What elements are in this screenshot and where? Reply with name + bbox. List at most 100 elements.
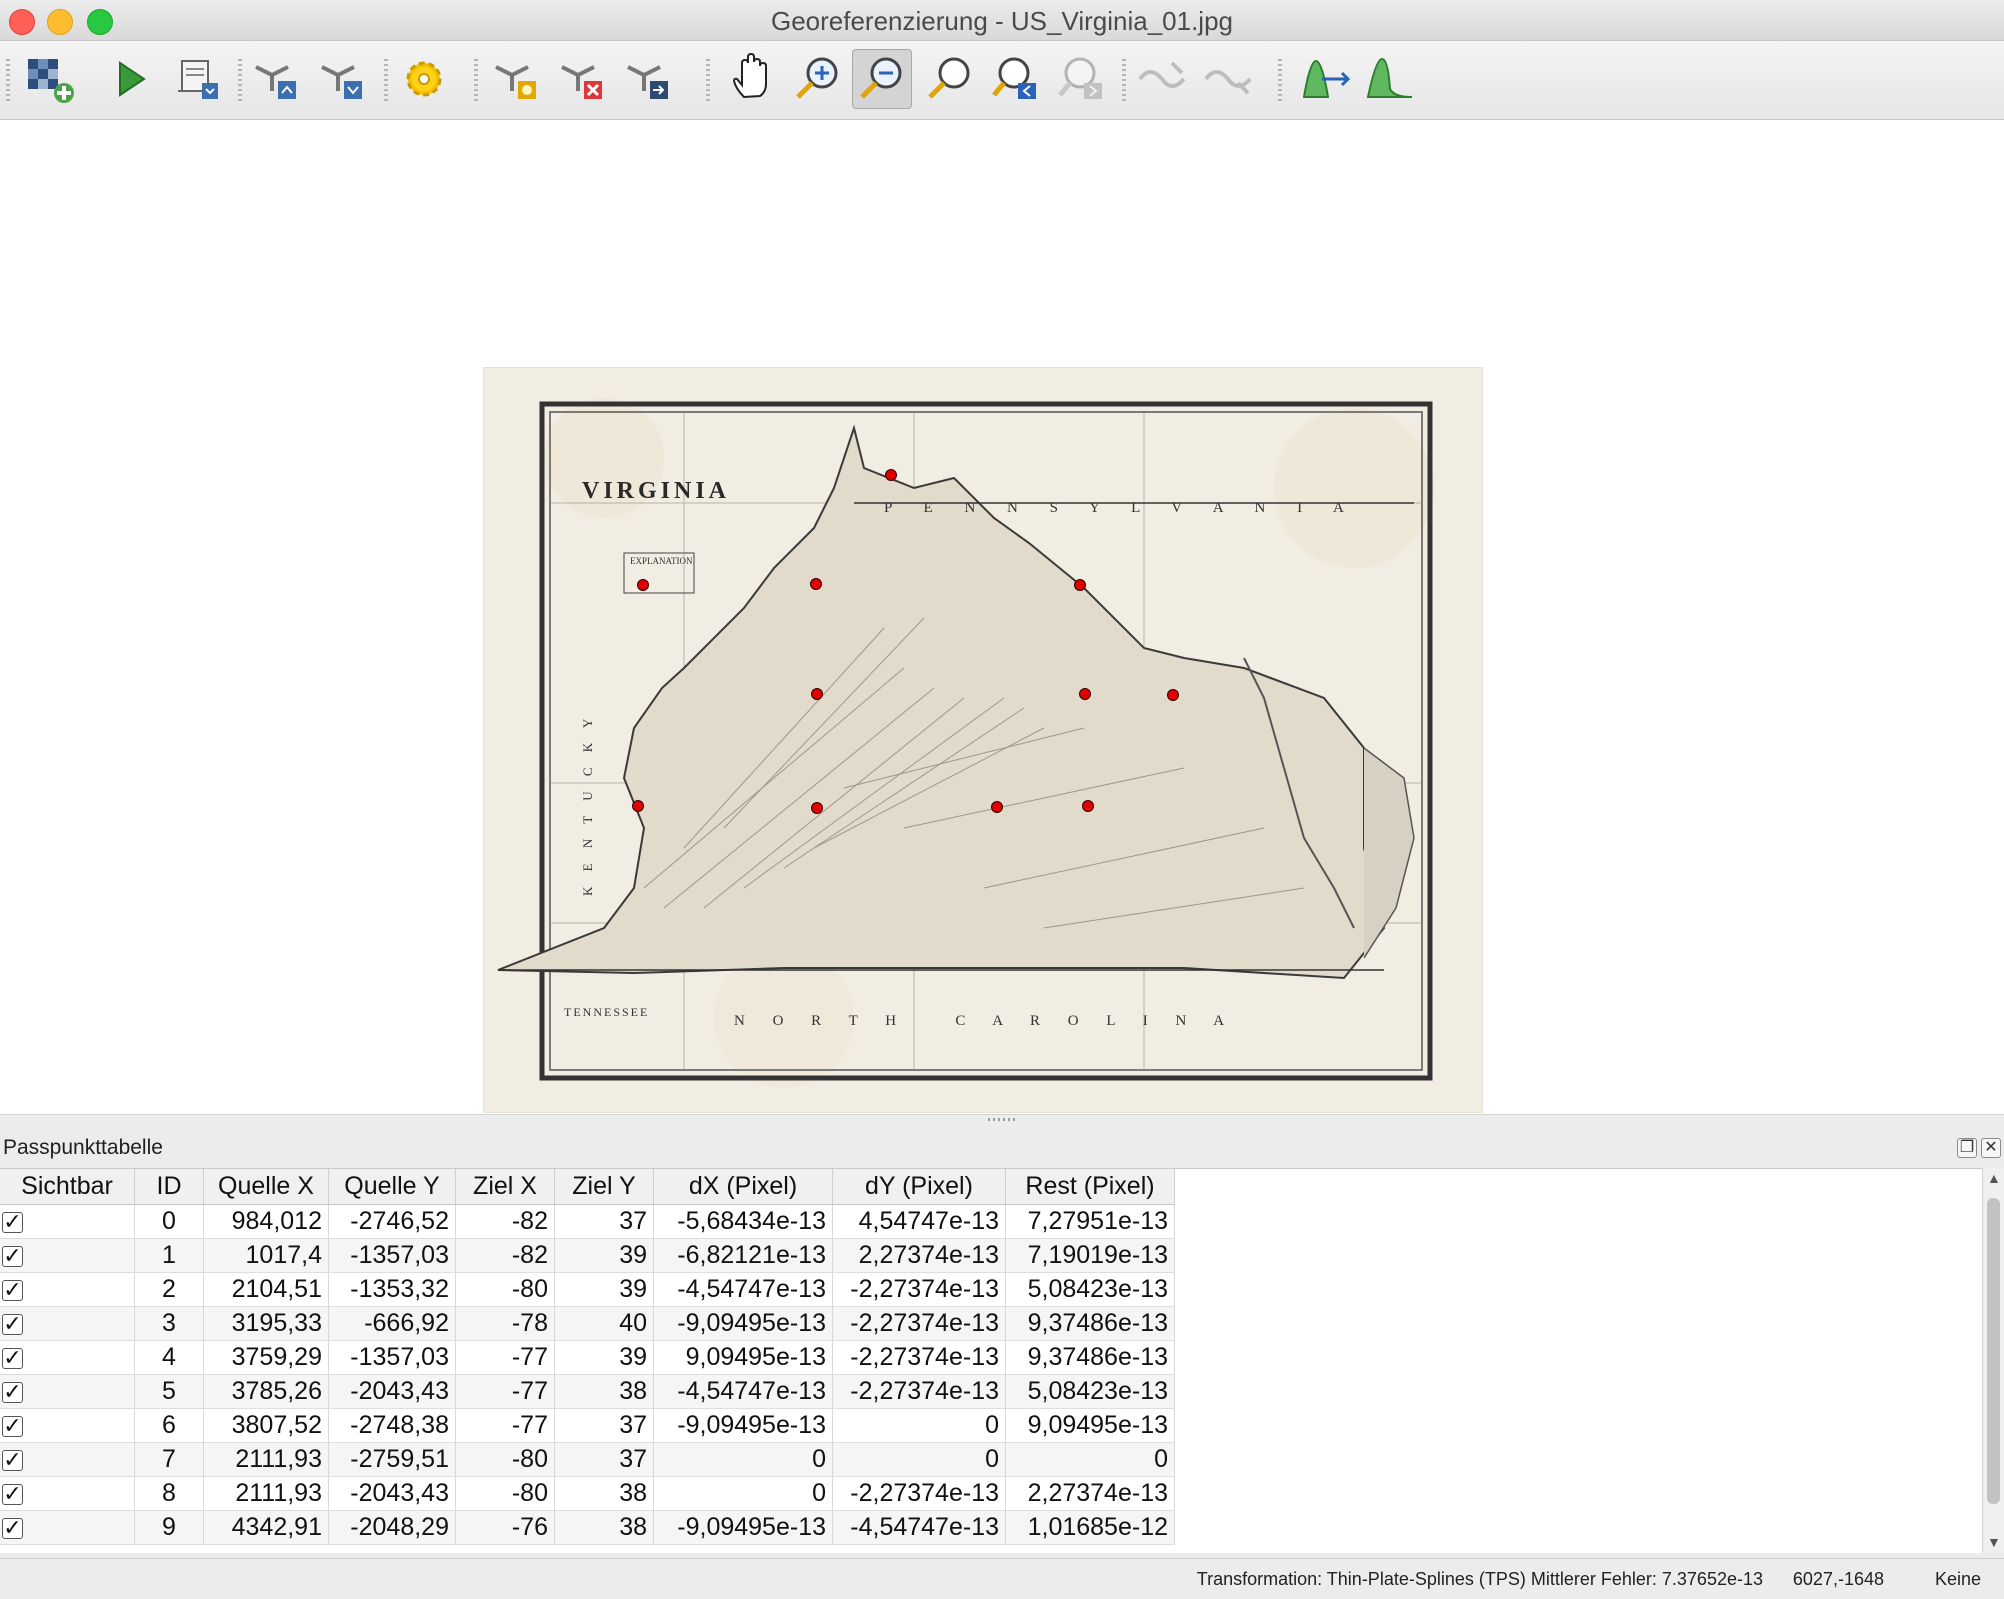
cell-quelle-x[interactable]: 3759,29 [203,1340,329,1375]
column-header-rest-pixel[interactable]: Rest (Pixel) [1005,1169,1175,1205]
cell-id[interactable]: 8 [134,1476,204,1511]
cell-dx[interactable]: 9,09495e-13 [653,1340,833,1375]
cell-dx[interactable]: -5,68434e-13 [653,1204,833,1239]
table-row[interactable]: ✓ 5 3785,26 -2043,43 -77 38 -4,54747e-13 -2,273… [0,1374,1175,1409]
cell-quelle-y[interactable]: -2043,43 [328,1374,456,1409]
cell-sichtbar[interactable]: ✓ [0,1204,135,1239]
cell-quelle-x[interactable]: 984,012 [203,1204,329,1239]
table-row[interactable]: ✓ 2 2104,51 -1353,32 -80 39 -4,54747e-13 -2,273… [0,1272,1175,1307]
cell-sichtbar[interactable]: ✓ [0,1442,135,1477]
cell-rest[interactable]: 5,08423e-13 [1005,1272,1175,1307]
cell-quelle-x[interactable]: 3195,33 [203,1306,329,1341]
gcp-table[interactable]: Sichtbar ID Quelle X Quelle Y Ziel X Zie… [0,1168,1982,1553]
georeferencer-map-canvas[interactable]: VIRGINIA EXPLANATION P E N N S Y L V A N… [0,120,2004,1114]
cell-quelle-y[interactable]: -2043,43 [328,1476,456,1511]
generate-gdal-script-button[interactable] [168,49,228,109]
visible-checkbox[interactable]: ✓ [2,1210,23,1233]
gcp-marker[interactable] [811,688,823,700]
cell-id[interactable]: 7 [134,1442,204,1477]
cell-quelle-y[interactable]: -666,92 [328,1306,456,1341]
cell-dy[interactable]: 0 [832,1442,1006,1477]
visible-checkbox[interactable]: ✓ [2,1380,23,1403]
cell-quelle-y[interactable]: -2748,38 [328,1408,456,1443]
move-gcp-point-button[interactable] [620,49,680,109]
save-gcp-points-button[interactable] [314,49,374,109]
scroll-down-icon[interactable]: ▼ [1987,1534,2001,1550]
cell-dx[interactable]: -9,09495e-13 [653,1306,833,1341]
zoom-next-button[interactable] [1052,49,1112,109]
cell-dy[interactable]: -2,27374e-13 [832,1374,1006,1409]
cell-ziel-y[interactable]: 37 [554,1204,654,1239]
cell-dx[interactable]: -4,54747e-13 [653,1374,833,1409]
cell-quelle-y[interactable]: -1357,03 [328,1340,456,1375]
cell-rest[interactable]: 9,37486e-13 [1005,1306,1175,1341]
gcp-marker[interactable] [1074,579,1086,591]
cell-quelle-x[interactable]: 4342,91 [203,1510,329,1545]
gcp-marker[interactable] [885,469,897,481]
gcp-marker[interactable] [811,802,823,814]
scroll-up-icon[interactable]: ▲ [1987,1170,2001,1186]
cell-rest[interactable]: 2,27374e-13 [1005,1476,1175,1511]
cell-sichtbar[interactable]: ✓ [0,1374,135,1409]
cell-id[interactable]: 1 [134,1238,204,1273]
cell-sichtbar[interactable]: ✓ [0,1476,135,1511]
cell-rest[interactable]: 1,01685e-12 [1005,1510,1175,1545]
cell-dy[interactable]: -4,54747e-13 [832,1510,1006,1545]
cell-sichtbar[interactable]: ✓ [0,1408,135,1443]
cell-ziel-x[interactable]: -77 [455,1408,555,1443]
cell-quelle-y[interactable]: -2048,29 [328,1510,456,1545]
column-header-dx-pixel[interactable]: dX (Pixel) [653,1169,833,1205]
table-row[interactable]: ✓ 9 4342,91 -2048,29 -76 38 -9,09495e-13 -4,547… [0,1510,1175,1545]
zoom-to-layer-button[interactable] [920,49,980,109]
cell-dx[interactable]: -9,09495e-13 [653,1510,833,1545]
gcp-marker[interactable] [991,801,1003,813]
status-crs[interactable]: Keine [1935,1569,1981,1590]
cell-quelle-x[interactable]: 2104,51 [203,1272,329,1307]
panel-float-button[interactable]: ❐ [1957,1138,1977,1158]
scrollbar-thumb[interactable] [1987,1198,2000,1504]
open-raster-button[interactable] [20,49,80,109]
local-histogram-stretch-button[interactable] [1360,49,1420,109]
load-gcp-points-button[interactable] [248,49,308,109]
cell-ziel-y[interactable]: 37 [554,1408,654,1443]
cell-ziel-x[interactable]: -80 [455,1272,555,1307]
cell-quelle-y[interactable]: -2746,52 [328,1204,456,1239]
cell-dx[interactable]: -9,09495e-13 [653,1408,833,1443]
table-row[interactable]: ✓ 7 2111,93 -2759,51 -80 37 0 0 0 [0,1442,1175,1477]
transformation-settings-button[interactable] [394,49,454,109]
column-header-ziel-y[interactable]: Ziel Y [554,1169,654,1205]
table-row[interactable]: ✓ 8 2111,93 -2043,43 -80 38 0 -2,27374e-13 2,273… [0,1476,1175,1511]
column-header-ziel-x[interactable]: Ziel X [455,1169,555,1205]
table-vertical-scrollbar[interactable]: ▲ ▼ [1982,1168,2004,1552]
cell-ziel-x[interactable]: -77 [455,1340,555,1375]
add-point-button[interactable] [488,49,548,109]
start-georeferencing-button[interactable] [100,49,160,109]
cell-sichtbar[interactable]: ✓ [0,1510,135,1545]
cell-dy[interactable]: 2,27374e-13 [832,1238,1006,1273]
cell-dy[interactable]: -2,27374e-13 [832,1306,1006,1341]
cell-ziel-y[interactable]: 39 [554,1340,654,1375]
raster-map-image[interactable]: VIRGINIA EXPLANATION P E N N S Y L V A N… [484,368,1482,1112]
zoom-in-button[interactable] [788,49,848,109]
column-header-quelle-x[interactable]: Quelle X [203,1169,329,1205]
cell-ziel-x[interactable]: -78 [455,1306,555,1341]
visible-checkbox[interactable]: ✓ [2,1278,23,1301]
toolbar-grip[interactable] [6,59,10,103]
cell-rest[interactable]: 7,27951e-13 [1005,1204,1175,1239]
link-qgis-to-georef-button[interactable] [1198,49,1258,109]
table-row[interactable]: ✓ 6 3807,52 -2748,38 -77 37 -9,09495e-13 0 9,094… [0,1408,1175,1443]
delete-point-button[interactable] [554,49,614,109]
cell-id[interactable]: 6 [134,1408,204,1443]
cell-quelle-x[interactable]: 3807,52 [203,1408,329,1443]
visible-checkbox[interactable]: ✓ [2,1346,23,1369]
zoom-out-button[interactable] [852,49,912,109]
cell-quelle-x[interactable]: 2111,93 [203,1442,329,1477]
visible-checkbox[interactable]: ✓ [2,1448,23,1471]
gcp-marker[interactable] [1082,800,1094,812]
visible-checkbox[interactable]: ✓ [2,1244,23,1267]
visible-checkbox[interactable]: ✓ [2,1516,23,1539]
cell-ziel-x[interactable]: -76 [455,1510,555,1545]
column-header-sichtbar[interactable]: Sichtbar [0,1169,135,1205]
cell-quelle-x[interactable]: 3785,26 [203,1374,329,1409]
column-header-id[interactable]: ID [134,1169,204,1205]
